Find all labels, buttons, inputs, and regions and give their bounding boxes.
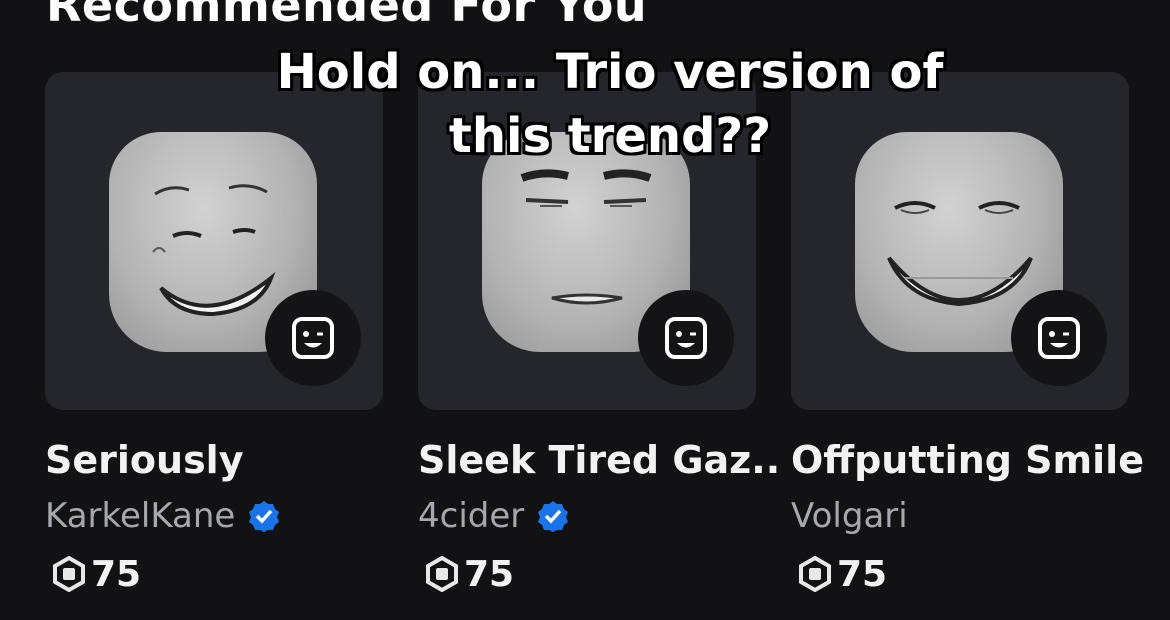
- creator-row[interactable]: 4cider: [418, 494, 570, 538]
- emote-badge[interactable]: [265, 290, 361, 386]
- price-row: 75: [797, 552, 887, 596]
- price-value: 75: [464, 553, 515, 595]
- creator-name[interactable]: KarkelKane: [45, 496, 235, 536]
- emote-badge[interactable]: [638, 290, 734, 386]
- price-row: 75: [424, 552, 514, 596]
- item-name[interactable]: Offputting Smile: [791, 438, 1151, 482]
- price-value: 75: [837, 553, 888, 595]
- section-title: Recommended For You: [46, 0, 648, 32]
- creator-name[interactable]: 4cider: [418, 496, 524, 536]
- robux-icon: [53, 556, 85, 592]
- creator-row[interactable]: Volgari: [791, 494, 908, 538]
- price-row: 75: [51, 552, 141, 596]
- item-name[interactable]: Sleek Tired Gaz...: [418, 438, 778, 482]
- verified-badge-icon: [538, 501, 569, 532]
- emote-face-icon: [665, 317, 707, 359]
- price-value: 75: [91, 553, 142, 595]
- emote-badge[interactable]: [1011, 290, 1107, 386]
- robux-icon: [426, 556, 458, 592]
- creator-name[interactable]: Volgari: [791, 496, 908, 536]
- caption-line-1: Hold on... Trio version of: [276, 44, 944, 100]
- emote-face-icon: [1038, 317, 1080, 359]
- caption-line-2: this trend??: [448, 108, 772, 164]
- creator-row[interactable]: KarkelKane: [45, 494, 281, 538]
- robux-icon: [799, 556, 831, 592]
- item-name[interactable]: Seriously: [45, 438, 405, 482]
- video-caption-overlay: Hold on... Trio version of this trend??: [250, 40, 970, 168]
- verified-badge-icon: [249, 501, 280, 532]
- emote-face-icon: [292, 317, 334, 359]
